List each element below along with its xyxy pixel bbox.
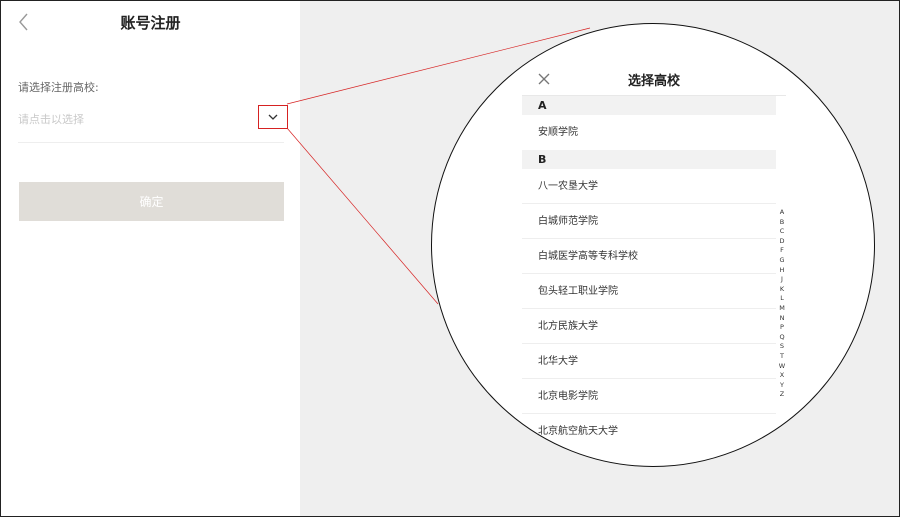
- picker-title: 选择高校: [627, 74, 680, 89]
- alphabet-index[interactable]: ABCDFGHJKLMNPQSTWXYZ: [776, 208, 788, 400]
- alphabet-index-letter[interactable]: Y: [780, 381, 784, 391]
- alphabet-index-letter[interactable]: M: [779, 304, 785, 314]
- school-item[interactable]: 包头轻工职业学院: [522, 274, 776, 309]
- alphabet-index-letter[interactable]: K: [780, 285, 784, 295]
- alphabet-index-letter[interactable]: B: [780, 218, 784, 228]
- school-item[interactable]: 八一农垦大学: [522, 169, 776, 204]
- alphabet-index-letter[interactable]: N: [780, 314, 785, 324]
- alphabet-index-letter[interactable]: Z: [780, 390, 784, 400]
- section-header-a: A: [522, 96, 776, 115]
- alphabet-index-letter[interactable]: A: [780, 208, 784, 218]
- page-title: 账号注册: [120, 14, 181, 32]
- school-picker-magnifier: 选择高校 A 安顺学院 B 八一农垦大学 白城师范学院 白城医学高等专科学校 包…: [431, 23, 875, 467]
- alphabet-index-letter[interactable]: D: [779, 237, 784, 247]
- school-item[interactable]: 北方民族大学: [522, 309, 776, 344]
- school-item[interactable]: 白城医学高等专科学校: [522, 239, 776, 274]
- alphabet-index-letter[interactable]: P: [780, 323, 784, 333]
- school-item[interactable]: 北京航空航天大学: [522, 414, 776, 449]
- alphabet-index-letter[interactable]: Q: [779, 333, 784, 343]
- school-dropdown-button[interactable]: [258, 105, 288, 129]
- alphabet-index-letter[interactable]: W: [779, 362, 785, 372]
- alphabet-index-letter[interactable]: L: [780, 294, 784, 304]
- alphabet-index-letter[interactable]: G: [779, 256, 784, 266]
- confirm-button[interactable]: 确定: [19, 182, 284, 221]
- alphabet-index-letter[interactable]: H: [780, 266, 785, 276]
- alphabet-index-letter[interactable]: F: [780, 246, 784, 256]
- school-item[interactable]: 白城师范学院: [522, 204, 776, 239]
- alphabet-index-letter[interactable]: C: [780, 227, 785, 237]
- field-divider: [18, 142, 284, 143]
- alphabet-index-letter[interactable]: X: [780, 371, 784, 381]
- school-select-placeholder[interactable]: 请点击以选择: [18, 111, 84, 127]
- school-item[interactable]: 北京电影学院: [522, 379, 776, 414]
- chevron-down-icon: [268, 114, 278, 120]
- alphabet-index-letter[interactable]: S: [780, 342, 784, 352]
- alphabet-index-letter[interactable]: T: [780, 352, 784, 362]
- school-field-label: 请选择注册高校:: [18, 81, 99, 94]
- school-item[interactable]: 北华大学: [522, 344, 776, 379]
- alphabet-index-letter[interactable]: J: [781, 275, 783, 285]
- section-header-b: B: [522, 150, 776, 169]
- registration-screen: 账号注册 请选择注册高校: 请点击以选择 确定: [1, 1, 300, 516]
- school-item[interactable]: 安顺学院: [522, 115, 776, 150]
